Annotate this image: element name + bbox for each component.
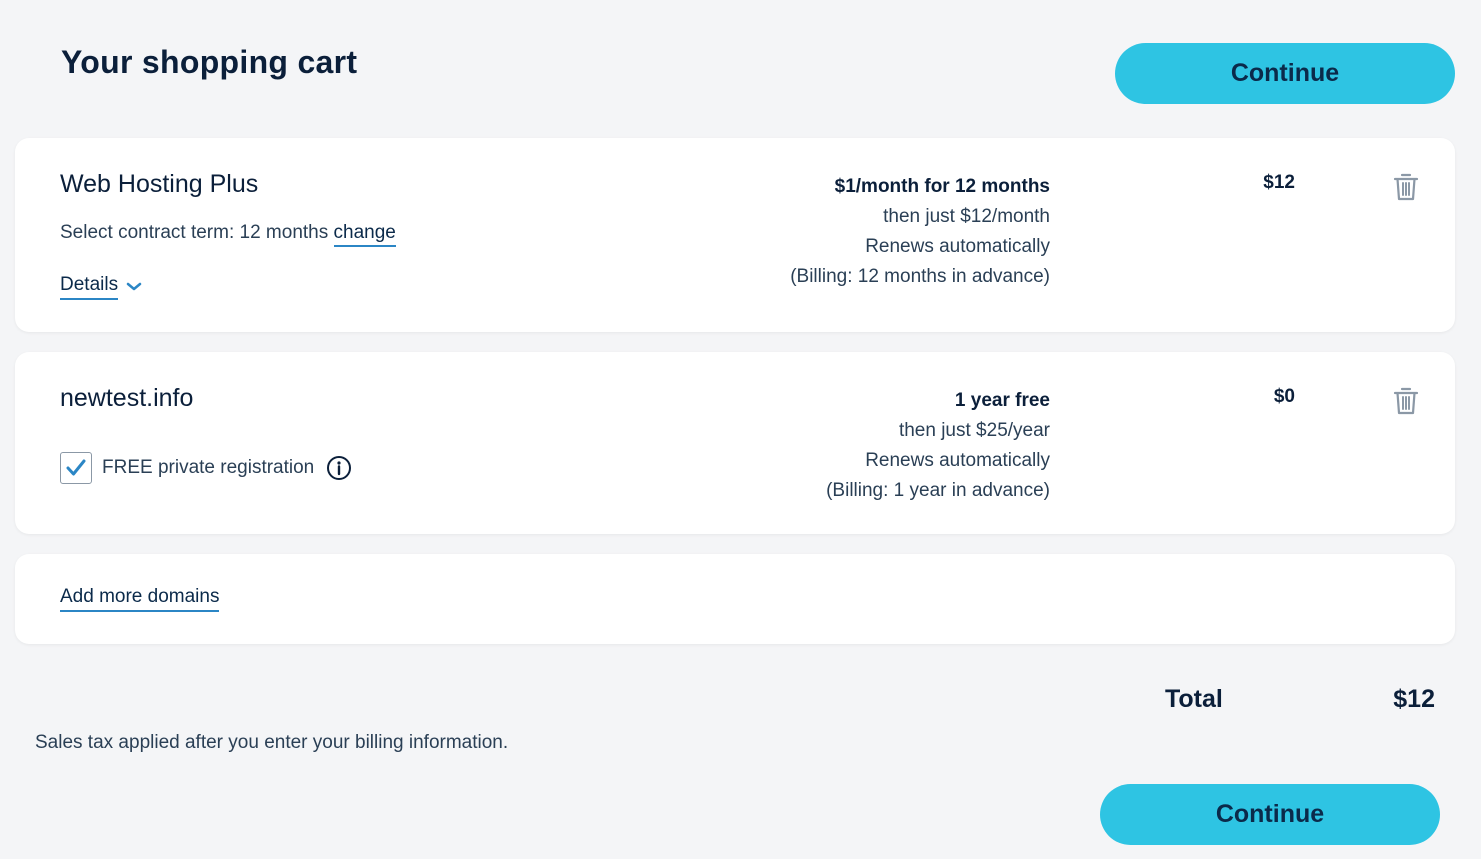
cart-item-hosting: Web Hosting Plus Select contract term: 1… — [15, 138, 1455, 332]
total-label: Total — [1165, 685, 1223, 713]
total-value: $12 — [1393, 685, 1435, 713]
private-registration-checkbox[interactable] — [60, 452, 92, 484]
tax-note: Sales tax applied after you enter your b… — [35, 732, 509, 753]
details-link[interactable]: Details — [60, 274, 119, 300]
price-line: Renews automatically — [865, 236, 1050, 257]
pricing-info: $1/month for 12 months then just $12/mon… — [790, 172, 1050, 292]
price-line: (Billing: 12 months in advance) — [790, 266, 1050, 287]
contract-term: Select contract term: 12 months change — [60, 222, 396, 247]
info-icon[interactable] — [326, 455, 352, 481]
change-term-link[interactable]: change — [333, 222, 396, 247]
item-name: newtest.info — [60, 384, 194, 412]
item-amount: $12 — [1263, 172, 1295, 193]
price-line: (Billing: 1 year in advance) — [826, 480, 1050, 501]
trash-icon[interactable] — [1393, 172, 1419, 202]
price-line: then just $25/year — [898, 420, 1050, 441]
page-title: Your shopping cart — [61, 44, 358, 80]
item-name: Web Hosting Plus — [60, 170, 259, 198]
check-icon — [66, 459, 86, 476]
price-line: Renews automatically — [865, 450, 1050, 471]
trash-icon[interactable] — [1393, 386, 1419, 416]
continue-button-bottom[interactable]: Continue — [1100, 784, 1440, 845]
details-toggle[interactable]: Details — [60, 274, 142, 300]
pricing-info: 1 year free then just $25/year Renews au… — [826, 386, 1050, 506]
price-line: 1 year free — [954, 390, 1050, 411]
item-amount: $0 — [1273, 386, 1295, 407]
contract-term-text: Select contract term: 12 months — [60, 222, 329, 243]
add-more-domains-link[interactable]: Add more domains — [60, 586, 220, 612]
continue-button-top[interactable]: Continue — [1115, 43, 1455, 104]
cart-page: Your shopping cart Continue Web Hosting … — [0, 0, 1481, 859]
private-registration-label: FREE private registration — [102, 457, 315, 478]
price-line: then just $12/month — [883, 206, 1050, 227]
add-domains-card: Add more domains — [15, 554, 1455, 644]
private-registration: FREE private registration — [60, 452, 352, 484]
price-line: $1/month for 12 months — [834, 176, 1050, 197]
cart-item-domain: newtest.info FREE private registration 1… — [15, 352, 1455, 534]
chevron-down-icon — [126, 282, 142, 291]
